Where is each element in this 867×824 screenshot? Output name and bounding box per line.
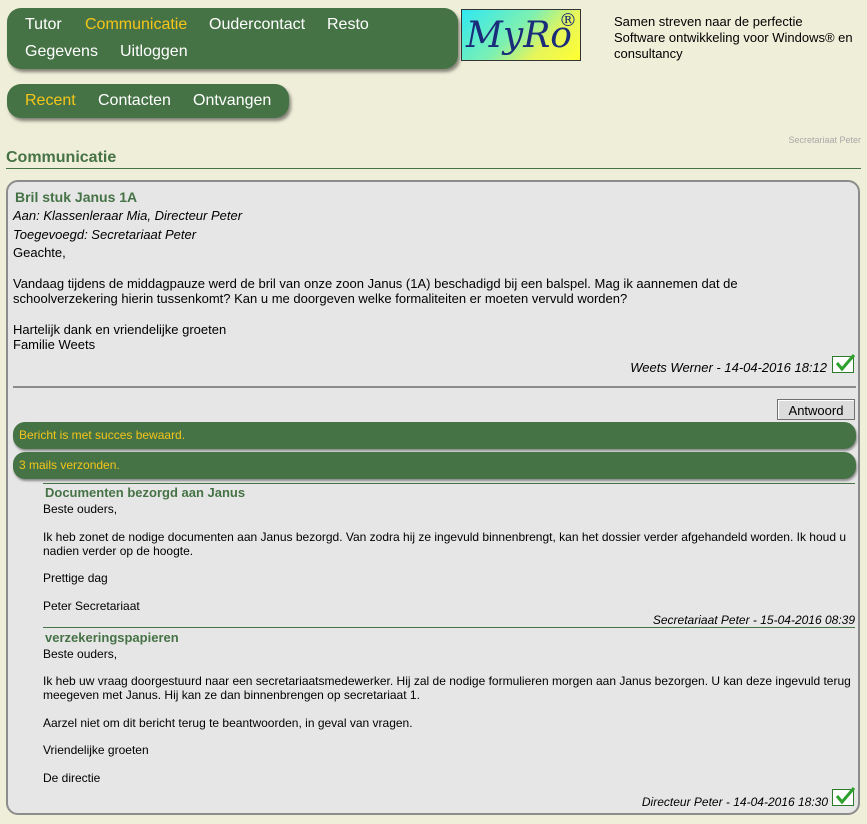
message-added-by: Toegevoegd: Secretariaat Peter (13, 227, 197, 242)
reply-body-line: Ik heb zonet de nodige documenten aan Ja… (43, 530, 847, 544)
reply-divider (43, 483, 855, 484)
message-body-line: Vandaag tijdens de middagpauze werd de b… (13, 276, 738, 291)
nav-uitloggen[interactable]: Uitloggen (120, 43, 188, 61)
nav-communicatie[interactable]: Communicatie (85, 16, 187, 34)
reply-body-line: nadien verder op de hoogte. (43, 544, 194, 558)
mails-sent-notice: 3 mails verzonden. (13, 452, 856, 479)
check-icon[interactable] (832, 354, 856, 373)
reply-greeting: Beste ouders, (43, 647, 118, 661)
message-recipients: Aan: Klassenleraar Mia, Directeur Peter (13, 208, 243, 223)
logo-text: MyRo (466, 15, 572, 56)
message-greeting: Geachte, (13, 245, 66, 260)
sub-nav: Recent Contacten Ontvangen (7, 84, 289, 118)
nav-gegevens[interactable]: Gegevens (25, 43, 98, 61)
logo-registered-mark: ® (559, 10, 577, 31)
reply-name: De directie (43, 771, 101, 785)
success-notice: Bericht is met succes bewaard. (13, 422, 856, 449)
reply-greeting: Beste ouders, (43, 502, 118, 516)
reply-button[interactable]: Antwoord (777, 399, 855, 420)
myro-logo[interactable]: MyRo ® (461, 9, 581, 61)
subnav-contacten[interactable]: Contacten (98, 92, 171, 110)
message-family: Familie Weets (13, 337, 96, 352)
reply-divider (43, 627, 855, 628)
reply-body-line: Aarzel niet om dit bericht terug te bean… (43, 716, 413, 730)
nav-oudercontact[interactable]: Oudercontact (209, 16, 305, 34)
reply-closing: Vriendelijke groeten (43, 743, 149, 757)
reply-subject: Documenten bezorgd aan Janus (45, 485, 246, 500)
message-subject: Bril stuk Janus 1A (15, 189, 138, 205)
reply-signature: Directeur Peter - 14-04-2016 18:30 (641, 795, 828, 809)
reply-closing: Prettige dag (43, 571, 108, 585)
title-divider (6, 168, 861, 169)
current-user: Secretariaat Peter (788, 135, 861, 145)
message-closing: Hartelijk dank en vriendelijke groeten (13, 322, 227, 337)
page-title: Communicatie (6, 149, 117, 166)
message-separator (13, 386, 856, 388)
reply-subject: verzekeringspapieren (45, 630, 179, 645)
nav-tutor[interactable]: Tutor (25, 16, 62, 34)
check-icon[interactable] (832, 787, 856, 806)
tagline-line: Software ontwikkeling voor Windows® en c… (614, 30, 853, 61)
subnav-recent[interactable]: Recent (25, 92, 76, 110)
reply-body-line: Ik heb uw vraag doorgestuurd naar een se… (43, 674, 851, 688)
reply-name: Peter Secretariaat (43, 599, 140, 613)
nav-resto[interactable]: Resto (327, 16, 369, 34)
tagline: Samen streven naar de perfectie Software… (614, 14, 864, 62)
subnav-ontvangen[interactable]: Ontvangen (193, 92, 271, 110)
message-signature: Weets Werner - 14-04-2016 18:12 (630, 360, 827, 375)
reply-signature: Secretariaat Peter - 15-04-2016 08:39 (652, 613, 855, 627)
message-body-line: schoolverzekering hierin tussenkomt? Kan… (13, 291, 628, 306)
reply-body-line: meegeven met Janus. Hij kan ze dan binne… (43, 688, 420, 702)
tagline-line: Samen streven naar de perfectie (614, 14, 803, 29)
main-nav: Tutor Communicatie Oudercontact Resto Ge… (7, 8, 458, 69)
